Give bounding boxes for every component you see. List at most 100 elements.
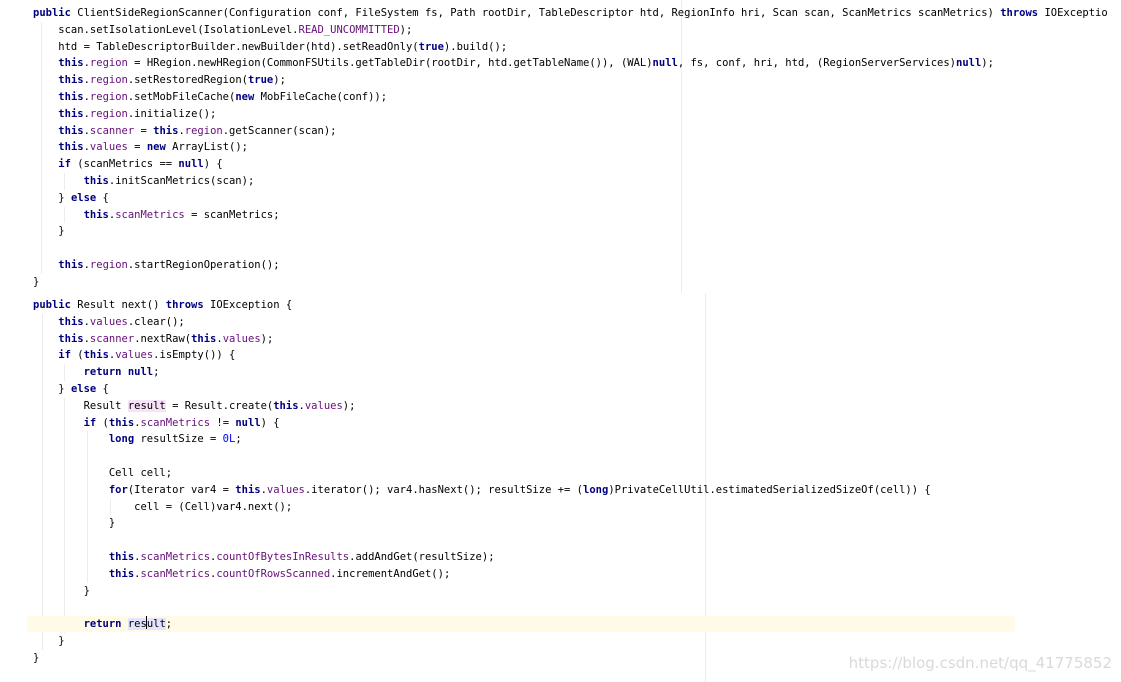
- constructor-block: public ClientSideRegionScanner(Configura…: [0, 5, 1108, 291]
- code-line[interactable]: Result result = Result.create(this.value…: [0, 398, 355, 414]
- code-line[interactable]: this.scanner = this.region.getScanner(sc…: [0, 123, 337, 139]
- code-token: MobFileCache(conf));: [254, 91, 388, 103]
- code-line[interactable]: [0, 448, 33, 464]
- code-token: .setMobFileCache(: [127, 91, 236, 103]
- code-line[interactable]: this.values.clear();: [0, 314, 184, 330]
- code-token: ;: [153, 366, 160, 379]
- code-token: .getScanner(scan);: [222, 124, 337, 137]
- code-line[interactable]: this.scanMetrics.countOfRowsScanned.incr…: [0, 566, 450, 582]
- code-token: .initialize();: [127, 107, 217, 120]
- code-token: scanMetrics: [115, 208, 185, 221]
- code-line[interactable]: }: [0, 583, 90, 599]
- code-token: true: [418, 40, 444, 53]
- code-token: new: [146, 141, 166, 154]
- code-token: this: [83, 208, 109, 221]
- code-line[interactable]: this.region = HRegion.newHRegion(CommonF…: [0, 55, 994, 71]
- code-token: this: [58, 107, 84, 120]
- code-editor[interactable]: public ClientSideRegionScanner(Configura…: [0, 0, 1121, 682]
- code-line[interactable]: }: [0, 633, 64, 649]
- code-token: );: [260, 332, 274, 345]
- code-token: }: [33, 517, 116, 530]
- code-token: values: [304, 399, 343, 412]
- code-line[interactable]: public ClientSideRegionScanner(Configura…: [0, 5, 1108, 21]
- code-token: throws: [1000, 7, 1039, 19]
- code-token: (scanMetrics ==: [70, 158, 179, 171]
- code-token: ) {: [260, 416, 280, 429]
- code-token: this: [108, 551, 135, 563]
- current-code-line[interactable]: return result;: [27, 616, 1015, 633]
- code-token: region: [89, 259, 128, 271]
- code-token: 0L: [222, 433, 236, 446]
- code-token: htd = TableDescriptorBuilder.newBuilder(…: [33, 40, 419, 53]
- code-line[interactable]: this.region.setMobFileCache(new MobFileC…: [0, 89, 387, 105]
- code-line[interactable]: }: [0, 650, 39, 666]
- next-method-block: public Result next() throws IOException …: [0, 297, 1015, 667]
- code-token: public: [33, 299, 71, 311]
- code-line[interactable]: }: [0, 515, 115, 531]
- code-token: {: [96, 383, 109, 395]
- code-line[interactable]: for(Iterator var4 = this.values.iterator…: [0, 482, 931, 498]
- code-line[interactable]: return null;: [0, 364, 160, 380]
- code-line[interactable]: [0, 599, 33, 615]
- code-line[interactable]: htd = TableDescriptorBuilder.newBuilder(…: [0, 39, 507, 55]
- code-token: return null: [83, 366, 154, 379]
- code-token: .addAndGet(resultSize);: [349, 551, 495, 563]
- code-token: .startRegionOperation();: [127, 259, 280, 271]
- code-line[interactable]: this.region.initialize();: [0, 106, 216, 122]
- code-line[interactable]: this.values = new ArrayList();: [0, 139, 248, 155]
- code-token: scan.setIsolationLevel(IsolationLevel.: [33, 23, 299, 36]
- code-line[interactable]: this.scanMetrics.countOfBytesInResults.a…: [0, 549, 495, 565]
- code-token: region: [184, 124, 223, 137]
- code-token: }: [33, 225, 65, 238]
- code-line[interactable]: Cell cell;: [0, 465, 172, 481]
- code-line[interactable]: }: [0, 274, 39, 290]
- code-line[interactable]: this.region.setRestoredRegion(true);: [0, 72, 286, 88]
- code-token: this: [108, 567, 135, 580]
- code-line[interactable]: this.initScanMetrics(scan);: [0, 173, 255, 189]
- code-line[interactable]: cell = (Cell)var4.next();: [0, 499, 292, 515]
- code-token: Result: [33, 399, 128, 412]
- code-line[interactable]: scan.setIsolationLevel(IsolationLevel.RE…: [0, 22, 412, 38]
- code-token: countOfRowsScanned: [216, 567, 331, 580]
- code-token: cell = (Cell)var4.next();: [33, 500, 293, 513]
- code-line[interactable]: long resultSize = 0L;: [0, 431, 242, 447]
- code-token: resultSize =: [134, 433, 223, 446]
- code-token: IOExceptio: [1038, 7, 1108, 19]
- code-token: null: [956, 57, 982, 70]
- code-token: .setRestoredRegion(: [127, 74, 248, 87]
- code-line[interactable]: }: [0, 223, 65, 239]
- code-line[interactable]: this.scanMetrics = scanMetrics;: [0, 207, 280, 223]
- code-line[interactable]: public Result next() throws IOException …: [0, 297, 292, 313]
- code-line[interactable]: [0, 240, 33, 256]
- code-token: =: [127, 141, 147, 154]
- code-line[interactable]: if (this.values.isEmpty()) {: [0, 347, 235, 363]
- code-token: long: [108, 433, 135, 446]
- code-token: ;: [235, 433, 242, 446]
- code-token: }: [33, 651, 40, 664]
- code-token: throws: [165, 299, 204, 311]
- code-token: =: [134, 124, 154, 137]
- code-line[interactable]: if (scanMetrics == null) {: [0, 156, 222, 172]
- code-token: )PrivateCellUtil.estimatedSerializedSize…: [608, 483, 931, 496]
- code-line[interactable]: } else {: [0, 381, 109, 397]
- code-line[interactable]: this.region.startRegionOperation();: [0, 257, 280, 273]
- code-token: ArrayList();: [165, 141, 248, 154]
- code-token: Cell cell;: [33, 467, 173, 479]
- code-token: {: [96, 191, 109, 204]
- code-line[interactable]: if (this.scanMetrics != null) {: [0, 415, 280, 431]
- code-token: (Iterator var4 =: [127, 483, 236, 496]
- code-line[interactable]: this.scanner.nextRaw(this.values);: [0, 331, 273, 347]
- code-line[interactable]: } else {: [0, 190, 109, 206]
- code-token: null: [235, 416, 261, 429]
- code-token: countOfBytesInResults: [216, 551, 350, 563]
- code-line[interactable]: [0, 532, 33, 548]
